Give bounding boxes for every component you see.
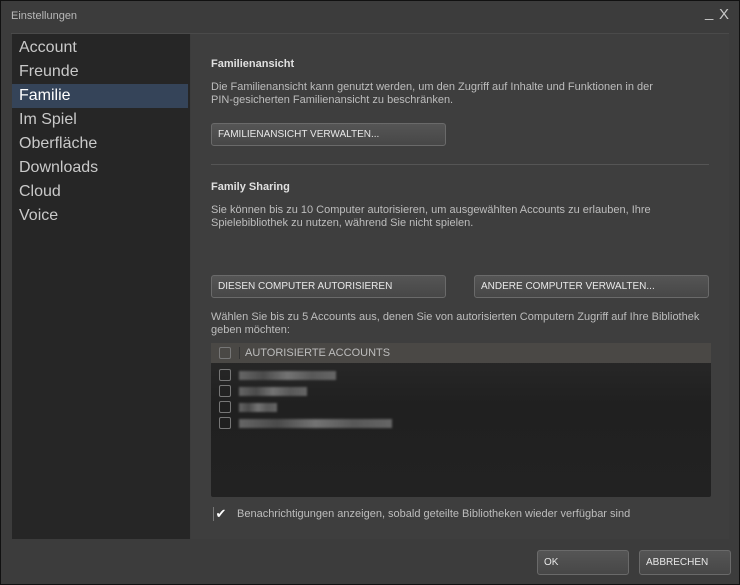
column-header: AUTORISIERTE ACCOUNTS <box>239 347 390 359</box>
authorized-accounts-table: AUTORISIERTE ACCOUNTS <box>211 343 711 497</box>
sidebar-item-freunde[interactable]: Freunde <box>12 60 190 84</box>
sidebar-item-cloud[interactable]: Cloud <box>12 180 190 204</box>
table-row[interactable] <box>211 415 711 431</box>
content-panel: Familienansicht Die Familienansicht kann… <box>191 34 729 539</box>
family-view-description: Die Familienansicht kann genutzt werden,… <box>211 81 653 106</box>
sidebar: Account Freunde Familie Im Spiel Oberflä… <box>12 34 190 539</box>
account-checkbox[interactable] <box>219 369 231 381</box>
settings-window: Einstellungen _ X Account Freunde Famili… <box>0 0 740 585</box>
account-checkbox[interactable] <box>219 385 231 397</box>
sidebar-item-familie[interactable]: Familie <box>12 84 188 108</box>
checkmark-icon[interactable]: ✔ <box>213 507 228 521</box>
family-sharing-heading: Family Sharing <box>211 181 290 193</box>
divider <box>211 164 709 165</box>
manage-other-computers-button[interactable]: ANDERE COMPUTER VERWALTEN... <box>474 275 709 298</box>
blurred-account-name <box>239 386 307 396</box>
table-row[interactable] <box>211 383 711 399</box>
sidebar-item-im-spiel[interactable]: Im Spiel <box>12 108 190 132</box>
accounts-hint: Wählen Sie bis zu 5 Accounts aus, denen … <box>211 311 700 336</box>
minimize-button[interactable]: _ <box>705 4 713 21</box>
blurred-account-name <box>239 418 392 428</box>
blurred-account-name <box>239 402 277 412</box>
blurred-account-name <box>239 370 336 380</box>
sidebar-item-downloads[interactable]: Downloads <box>12 156 190 180</box>
table-row[interactable] <box>211 367 711 383</box>
sidebar-item-voice[interactable]: Voice <box>12 204 190 228</box>
account-checkbox[interactable] <box>219 417 231 429</box>
window-title: Einstellungen <box>11 10 78 22</box>
family-sharing-description: Sie können bis zu 10 Computer autorisier… <box>211 204 651 229</box>
table-header: AUTORISIERTE ACCOUNTS <box>211 343 711 363</box>
ok-button[interactable]: OK <box>537 550 629 575</box>
notify-option[interactable]: ✔ Benachrichtigungen anzeigen, sobald ge… <box>213 507 630 521</box>
close-button[interactable]: X <box>719 6 729 23</box>
cancel-button[interactable]: ABBRECHEN <box>639 550 731 575</box>
manage-family-view-button[interactable]: FAMILIENANSICHT VERWALTEN... <box>211 123 446 146</box>
select-all-checkbox[interactable] <box>219 347 231 359</box>
authorize-computer-button[interactable]: DIESEN COMPUTER AUTORISIEREN <box>211 275 446 298</box>
sidebar-item-account[interactable]: Account <box>12 36 190 60</box>
table-row[interactable] <box>211 399 711 415</box>
notify-label: Benachrichtigungen anzeigen, sobald gete… <box>237 508 631 520</box>
family-view-heading: Familienansicht <box>211 58 295 70</box>
account-checkbox[interactable] <box>219 401 231 413</box>
sidebar-item-oberflaeche[interactable]: Oberfläche <box>12 132 190 156</box>
